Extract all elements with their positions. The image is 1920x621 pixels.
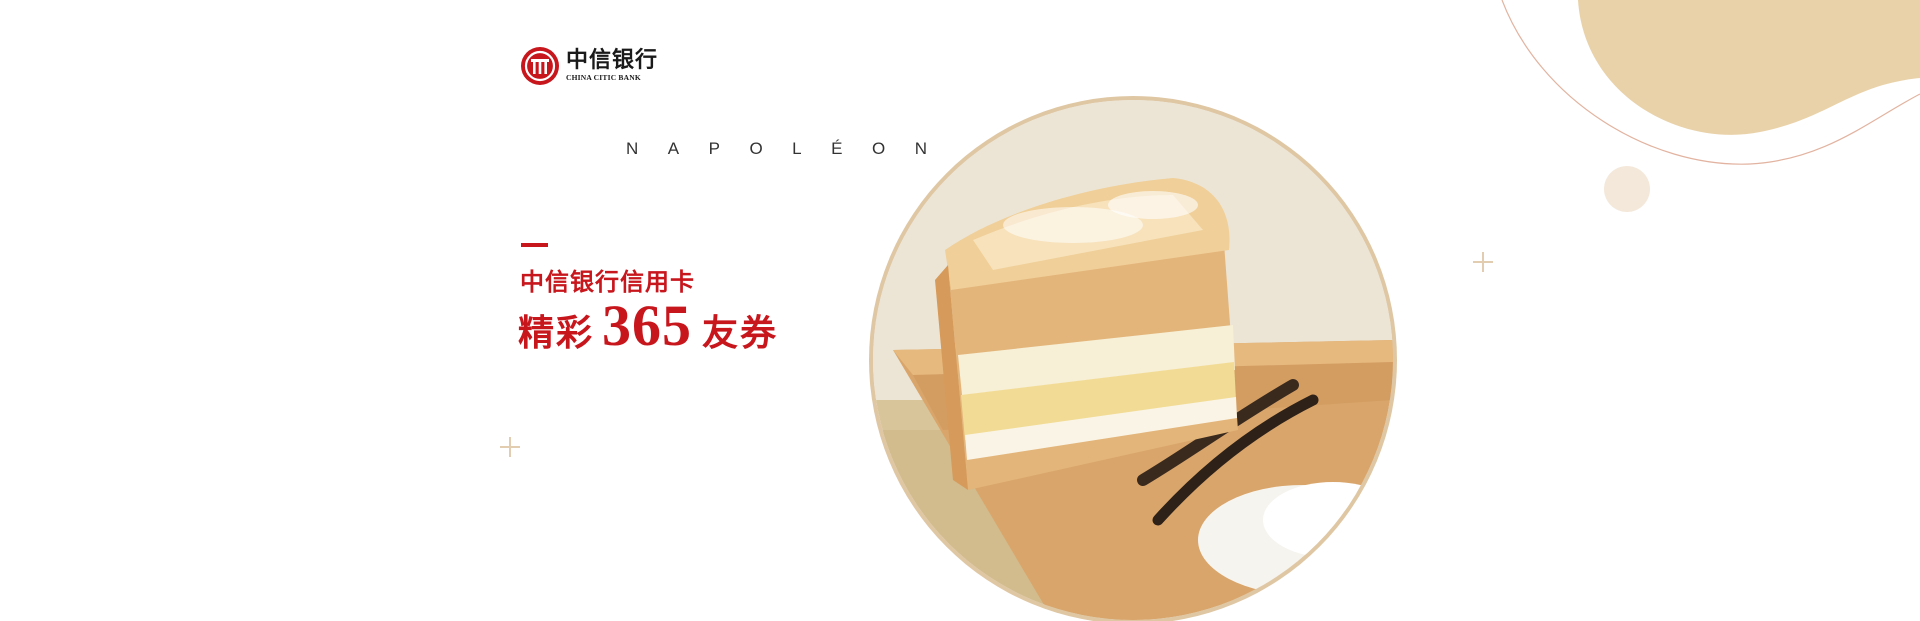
title-prefix: 精彩 bbox=[518, 313, 595, 354]
headline-subtitle: 中信银行信用卡 bbox=[520, 268, 695, 296]
plus-decoration bbox=[1473, 252, 1493, 272]
brand-name-cn: 中信银行 bbox=[566, 48, 659, 73]
promo-banner: 中信银行 CHINA CITIC BANK NAPOLÉON VANILLE 中… bbox=[0, 0, 1920, 621]
title-suffix: 友券 bbox=[702, 313, 779, 354]
title-number: 365 bbox=[602, 293, 693, 358]
decorative-circle bbox=[1604, 166, 1650, 212]
napoleon-vanilla-cake-image bbox=[873, 100, 1393, 620]
plus-decoration bbox=[500, 437, 520, 457]
citic-logo-icon bbox=[521, 47, 559, 85]
brand-logo[interactable]: 中信银行 CHINA CITIC BANK bbox=[520, 46, 658, 86]
headline-title: 精彩 365 友券 bbox=[518, 296, 778, 356]
accent-bar bbox=[521, 243, 548, 247]
decorative-blob bbox=[1501, 0, 1920, 165]
brand-name-en: CHINA CITIC BANK bbox=[566, 73, 641, 82]
logo-text: 中信银行 CHINA CITIC BANK bbox=[566, 49, 658, 83]
